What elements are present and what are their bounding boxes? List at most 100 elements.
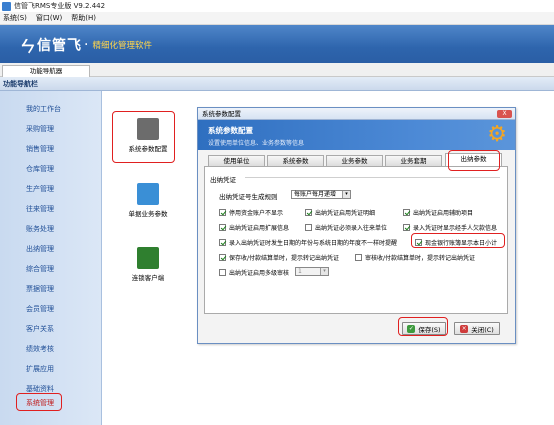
- checkbox-daily-subtotal[interactable]: 现金银行账簿显示本日小计: [415, 238, 497, 247]
- nav-tab-strip: 功能导航器: [0, 63, 554, 77]
- brand-tagline: 精细化管理软件: [92, 41, 152, 51]
- nav-header: 功能导航栏: [0, 77, 554, 91]
- checkbox-label: 录入凭证时显示经手人欠款信息: [413, 225, 498, 232]
- dialog-titlebar: 系统参数配置 X: [198, 108, 515, 120]
- checkbox-hide-disabled-accounts[interactable]: 停用资金账户不显示: [219, 208, 283, 217]
- quick-system-config-label: 系统参数配置: [128, 145, 168, 153]
- checkbox-label: 出纳凭证启用辅助项目: [413, 210, 474, 217]
- close-icon: ×: [460, 324, 469, 333]
- dialog-header: 系统参数配置 设置使用单位信息、业务参数等信息 ⚙: [198, 120, 515, 150]
- title-bar: 信管飞RMS专业版 V9.2.442: [0, 0, 554, 12]
- cashier-params-panel: 出纳凭证 出纳凭证号生成规则 每账户每月递增 ▾ 停用资金账户不显示 出纳凭证启…: [204, 166, 508, 314]
- sidebar-item-workbench[interactable]: 我的工作台: [0, 103, 102, 115]
- checkbox-label: 出纳凭证启用多级审核: [229, 270, 290, 277]
- checkbox-multilevel-approval[interactable]: 出纳凭证启用多级审核: [219, 268, 289, 277]
- quick-chain-client-label: 连锁客户端: [131, 274, 165, 282]
- system-params-dialog: 系统参数配置 X 系统参数配置 设置使用单位信息、业务参数等信息 ⚙ 使用单位 …: [197, 107, 516, 344]
- brand-separator: ·: [84, 37, 89, 53]
- menu-bar: 系统(S) 窗口(W) 帮助(H): [0, 12, 554, 25]
- sidebar-item-system-management[interactable]: 系统管理: [0, 397, 102, 409]
- group-title: 出纳凭证: [210, 176, 236, 184]
- checkbox-box: [219, 209, 226, 216]
- checkbox-save-settlement-prompt[interactable]: 保存收/付款结算单时，提示转记出纳凭证: [219, 253, 339, 262]
- checkbox-label: 审核收/付款结算单时，提示转记出纳凭证: [365, 255, 476, 262]
- dialog-tabs: 使用单位 系统参数 业务参数 业务套期 出纳参数: [204, 153, 508, 167]
- checkbox-box: [219, 254, 226, 261]
- chevron-down-icon: ▾: [342, 191, 350, 198]
- close-button[interactable]: × 关闭(C): [454, 322, 500, 335]
- checkbox-box: [403, 209, 410, 216]
- menu-help[interactable]: 帮助(H): [71, 13, 96, 23]
- checkbox-auxiliary-items[interactable]: 出纳凭证启用辅助项目: [403, 208, 473, 217]
- menu-window[interactable]: 窗口(W): [36, 13, 62, 23]
- approval-level-value: 1: [298, 268, 302, 275]
- checkbox-label: 出纳凭证启用凭证明细: [315, 210, 376, 217]
- sidebar-item-production[interactable]: 生产管理: [0, 183, 102, 195]
- quick-system-config[interactable]: 系统参数配置: [118, 118, 178, 153]
- sidebar-item-sales[interactable]: 销售管理: [0, 143, 102, 155]
- brand-mark-icon: ㄣ: [18, 37, 35, 56]
- tab-system-params[interactable]: 系统参数: [267, 155, 324, 166]
- dialog-title: 系统参数配置: [202, 110, 241, 118]
- quick-chain-client[interactable]: 连锁客户端: [118, 247, 178, 282]
- dialog-close-icon[interactable]: X: [497, 110, 512, 118]
- voucher-rule-label: 出纳凭证号生成规则: [219, 193, 278, 201]
- window-title: 信管飞RMS专业版 V9.2.442: [14, 2, 106, 10]
- tab-business-period[interactable]: 业务套期: [385, 155, 442, 166]
- sidebar-item-purchase[interactable]: 采购管理: [0, 123, 102, 135]
- sidebar-item-accounts[interactable]: 往来管理: [0, 203, 102, 215]
- chevron-down-icon: ▾: [320, 268, 328, 275]
- brand-logo: ㄣ 信管飞 · 精细化管理软件: [18, 33, 152, 57]
- checkbox-require-counterparty[interactable]: 出纳凭证必须录入往来单位: [305, 223, 387, 232]
- checkbox-year-mismatch-reminder[interactable]: 录入出纳凭证时发生日期的年份与系统日期的年度不一样时提醒: [219, 238, 397, 247]
- quick-document-params[interactable]: 单据业务参数: [118, 183, 178, 218]
- gear-icon: ⚙: [487, 122, 507, 147]
- dialog-header-subtitle: 设置使用单位信息、业务参数等信息: [208, 140, 305, 147]
- sidebar-item-basic-data[interactable]: 基础资料: [0, 383, 102, 395]
- checkbox-box: [219, 224, 226, 231]
- header-banner: ㄣ 信管飞 · 精细化管理软件: [0, 25, 554, 63]
- save-button-label: 保存(S): [418, 325, 441, 334]
- checkbox-box: [305, 224, 312, 231]
- sidebar-item-performance[interactable]: 绩效考核: [0, 343, 102, 355]
- save-button[interactable]: ✓ 保存(S): [402, 322, 446, 335]
- checkbox-label: 出纳凭证必须录入往来单位: [315, 225, 388, 232]
- system-config-icon: [137, 118, 159, 140]
- close-button-label: 关闭(C): [471, 325, 494, 334]
- checkbox-label: 现金银行账簿显示本日小计: [425, 240, 498, 247]
- menu-system[interactable]: 系统(S): [3, 13, 27, 23]
- checkbox-box: [305, 209, 312, 216]
- sidebar-item-invoices[interactable]: 票据管理: [0, 283, 102, 295]
- checkbox-label: 停用资金账户不显示: [229, 210, 284, 217]
- sidebar-item-general[interactable]: 综合管理: [0, 263, 102, 275]
- chain-client-icon: [137, 247, 159, 269]
- brand-name: 信管飞: [37, 38, 83, 54]
- checkbox-box: [403, 224, 410, 231]
- tab-cashier-params[interactable]: 出纳参数: [445, 153, 502, 167]
- sidebar-item-extensions[interactable]: 扩展应用: [0, 363, 102, 375]
- checkbox-label: 出纳凭证启用扩展信息: [229, 225, 290, 232]
- tab-organization[interactable]: 使用单位: [208, 155, 265, 166]
- sidebar-item-members[interactable]: 会员管理: [0, 303, 102, 315]
- sidebar-item-bookkeeping[interactable]: 账务处理: [0, 223, 102, 235]
- quick-document-params-label: 单据业务参数: [128, 210, 168, 218]
- app-logo-icon: [2, 1, 11, 11]
- approval-level-select[interactable]: 1 ▾: [295, 267, 329, 276]
- sidebar: 我的工作台 采购管理 销售管理 仓库管理 生产管理 往来管理 账务处理 出纳管理…: [0, 91, 102, 425]
- checkbox-box: [355, 254, 362, 261]
- tab-function-navigator[interactable]: 功能导航器: [2, 65, 90, 77]
- checkbox-label: 录入出纳凭证时发生日期的年份与系统日期的年度不一样时提醒: [229, 240, 398, 247]
- checkbox-extended-info[interactable]: 出纳凭证启用扩展信息: [219, 223, 289, 232]
- checkbox-show-handler-debt[interactable]: 录入凭证时显示经手人欠款信息: [403, 223, 497, 232]
- checkbox-box: [219, 269, 226, 276]
- sidebar-item-warehouse[interactable]: 仓库管理: [0, 163, 102, 175]
- checkbox-box: [415, 239, 422, 246]
- sidebar-item-crm[interactable]: 客户关系: [0, 323, 102, 335]
- tab-business-params[interactable]: 业务参数: [326, 155, 383, 166]
- sidebar-item-cashier[interactable]: 出纳管理: [0, 243, 102, 255]
- checkbox-box: [219, 239, 226, 246]
- voucher-rule-select[interactable]: 每账户每月递增 ▾: [291, 190, 351, 199]
- checkbox-voucher-details[interactable]: 出纳凭证启用凭证明细: [305, 208, 375, 217]
- checkbox-approve-settlement-prompt[interactable]: 审核收/付款结算单时，提示转记出纳凭证: [355, 253, 475, 262]
- voucher-rule-value: 每账户每月递增: [294, 191, 337, 198]
